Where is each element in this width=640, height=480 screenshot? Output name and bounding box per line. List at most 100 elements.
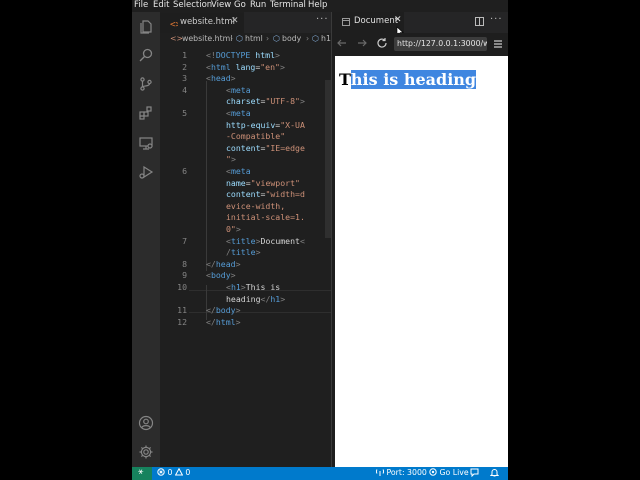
code-token: "en" [260, 61, 280, 72]
breadcrumb-body[interactable]: body [282, 34, 301, 43]
go-live-button[interactable]: Go Live [429, 468, 469, 477]
more-actions-icon[interactable]: ··· [490, 14, 503, 25]
tab-website-html[interactable]: <> website.html ✕ [160, 12, 244, 33]
back-arrow-icon[interactable] [336, 37, 348, 49]
code-token: heading [226, 293, 261, 304]
code-token: </ [206, 305, 216, 316]
line-number: 2 [182, 61, 187, 72]
run-debug-icon[interactable] [138, 164, 154, 180]
menu-terminal[interactable]: Terminal [270, 0, 306, 11]
code-token: > [230, 73, 236, 84]
preview-icon [342, 18, 350, 26]
menu-go[interactable]: Go [234, 0, 246, 11]
line-number: 8 [182, 258, 187, 269]
forward-arrow-icon[interactable] [356, 37, 368, 49]
code-line: </head> [206, 259, 241, 269]
code-token: h1 [270, 293, 281, 304]
code-token: title [230, 247, 256, 258]
menu-file[interactable]: File [134, 0, 148, 11]
code-token: head [210, 73, 231, 84]
code-line: <html lang="en"> [206, 62, 285, 72]
code-token: > [255, 247, 261, 258]
code-editor[interactable]: 1 <!DOCTYPE html> 2 <html lang="en"> 3 <head>… [160, 46, 331, 466]
notifications-bell-icon[interactable] [489, 468, 500, 478]
code-token: "viewport" [250, 177, 300, 188]
go-live-label: Go Live [439, 468, 469, 477]
extensions-icon[interactable] [138, 105, 154, 121]
code-token: 0" [226, 224, 236, 234]
code-token: meta [230, 108, 251, 118]
code-token: "UTF-8" [265, 96, 300, 107]
broadcast-icon [429, 468, 437, 476]
code-token: This is [245, 282, 281, 292]
port-indicator[interactable]: Port: 3000 [375, 468, 427, 477]
breadcrumb-html[interactable]: html [245, 34, 263, 43]
chevron-right-icon: › [230, 34, 234, 43]
settings-icon[interactable] [138, 444, 154, 460]
code-token: html [215, 316, 236, 327]
search-icon[interactable] [138, 47, 154, 63]
menu-selection[interactable]: Selection [173, 0, 212, 11]
code-line: http-equiv="X-UA [226, 120, 305, 130]
explorer-icon[interactable] [138, 18, 154, 34]
line-number: 5 [182, 108, 187, 118]
code-line: "> [226, 154, 236, 164]
line-number: 4 [182, 84, 187, 95]
code-line: content="IE=edge [226, 143, 305, 153]
code-token: initial-scale=1. [226, 212, 305, 223]
page-heading[interactable]: This is heading [339, 69, 477, 91]
code-line: <meta [226, 108, 251, 118]
code-token: > [235, 224, 241, 234]
feedback-icon[interactable] [470, 468, 479, 478]
tab-label: website.html [180, 17, 235, 27]
html-file-icon: <> [170, 20, 178, 28]
line-number: 3 [182, 73, 187, 84]
menu-help[interactable]: Help [308, 0, 327, 11]
close-icon[interactable]: ✕ [231, 16, 239, 26]
problems-indicator[interactable]: 0 0 [157, 467, 191, 477]
code-token: html [250, 50, 276, 60]
code-line: </html> [206, 317, 241, 327]
code-token: > [279, 61, 285, 72]
code-token: h1 [230, 282, 241, 292]
hamburger-menu-icon[interactable] [493, 39, 503, 49]
remote-indicator[interactable]: ⚹ [132, 467, 152, 480]
code-line: initial-scale=1. [226, 212, 305, 222]
warning-count: 0 [185, 468, 191, 477]
code-token: < [299, 235, 305, 246]
menu-edit[interactable]: Edit [153, 0, 169, 11]
line-number: 9 [182, 270, 187, 281]
code-token: > [235, 305, 241, 316]
element-icon: ⬡ [312, 34, 319, 43]
close-icon[interactable]: ✕ [394, 15, 402, 25]
code-line: <meta [226, 166, 251, 176]
code-line: charset="UTF-8"> [226, 96, 305, 106]
breadcrumb-h1[interactable]: h1 [321, 34, 331, 43]
remote-explorer-icon[interactable] [138, 135, 154, 151]
code-line: </body> [206, 305, 241, 315]
code-token: "X-UA [280, 119, 305, 130]
more-actions-icon[interactable]: ··· [316, 14, 329, 25]
code-line: <h1>This is [226, 282, 280, 292]
code-token: "width=d [265, 189, 305, 200]
webpage-viewport[interactable]: This is heading [335, 56, 508, 467]
line-number: 6 [182, 166, 187, 176]
heading-first-letter: T [339, 70, 351, 89]
code-token: > [235, 258, 241, 269]
menu-view[interactable]: View [211, 0, 231, 11]
tab-document[interactable]: Document ✕ [332, 12, 404, 33]
account-icon[interactable] [138, 415, 154, 431]
code-token: <! [206, 50, 216, 60]
reload-icon[interactable] [376, 37, 388, 49]
url-input[interactable]: http://127.0.0.1:3000/website.html [394, 37, 487, 51]
split-editor-icon[interactable] [475, 17, 484, 26]
code-line: <body> [206, 270, 236, 280]
breadcrumb-file[interactable]: website.html [182, 34, 232, 43]
port-label: Port: 3000 [386, 468, 427, 477]
code-line: content="width=d [226, 189, 305, 199]
source-control-icon[interactable] [138, 76, 154, 92]
code-token: DOCTYPE [215, 50, 251, 60]
code-line: <title>Document< [226, 236, 305, 246]
status-bar: ⚹ 0 0 Port: 3000 Go Live [132, 467, 508, 480]
menu-run[interactable]: Run [250, 0, 266, 11]
